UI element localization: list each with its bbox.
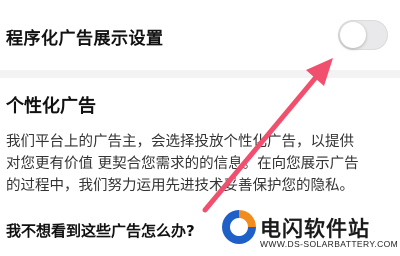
watermark-url: WWW.DS-SOLARBATTERY.COM xyxy=(260,239,399,249)
watermark: 电闪软件站 WWW.DS-SOLARBATTERY.COM xyxy=(220,205,400,256)
watermark-logo-icon xyxy=(222,210,256,244)
